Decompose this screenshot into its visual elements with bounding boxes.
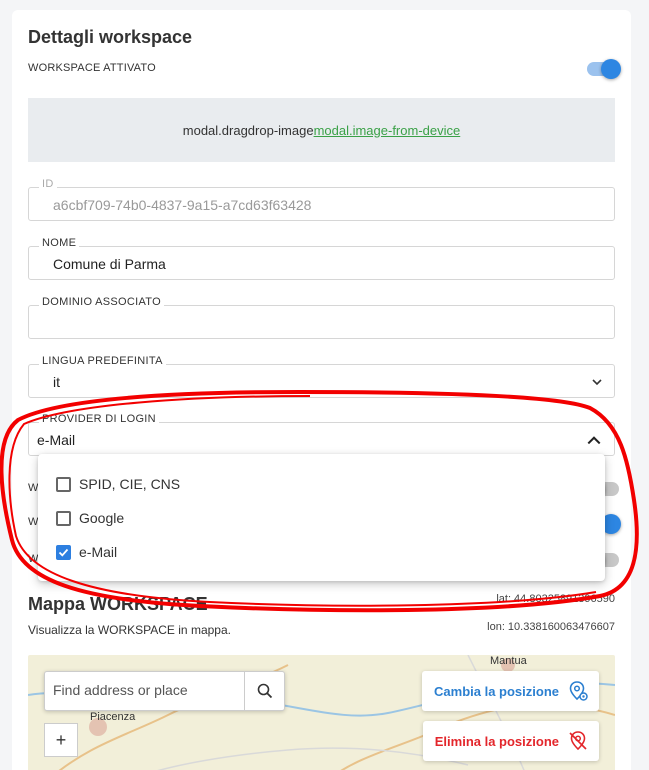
hidden-row-label: W	[28, 482, 39, 494]
provider-option-google[interactable]: Google	[38, 501, 605, 535]
checkbox[interactable]	[56, 510, 71, 526]
map-title: Mappa WORKSPACE	[28, 594, 208, 614]
dominio-label: DOMINIO ASSOCIATO	[39, 296, 164, 308]
lingua-label: LINGUA PREDEFINITA	[39, 355, 166, 367]
map-search-button[interactable]	[244, 672, 284, 710]
id-label: ID	[39, 178, 57, 190]
option-label: SPID, CIE, CNS	[79, 476, 181, 492]
map-search-input[interactable]: Find address or place	[53, 682, 188, 698]
image-from-device-link[interactable]: modal.image-from-device	[314, 123, 461, 138]
chevron-down-icon	[592, 379, 602, 386]
provider-dropdown-menu: SPID, CIE, CNS Google e-Mail	[38, 454, 605, 581]
provider-select[interactable]: PROVIDER DI LOGIN e-Mail	[28, 413, 615, 456]
dropzone-text: modal.dragdrop-image	[182, 122, 314, 138]
option-label: e-Mail	[79, 544, 118, 560]
provider-value: e-Mail	[37, 432, 76, 448]
toggle-knob	[601, 59, 621, 79]
latitude: lat: 44.80325891396590	[496, 593, 615, 605]
zoom-in-button[interactable]: +	[44, 723, 78, 757]
dominio-field[interactable]: DOMINIO ASSOCIATO	[28, 296, 615, 339]
id-value: a6cbf709-74b0-4837-9a15-a7cd63f63428	[53, 197, 312, 213]
provider-option-email[interactable]: e-Mail	[38, 535, 605, 569]
nome-input[interactable]: Comune di Parma	[53, 256, 166, 272]
longitude: lon: 10.338160063476607	[487, 621, 615, 633]
nome-field[interactable]: NOME Comune di Parma	[28, 237, 615, 280]
option-label: Google	[79, 510, 125, 526]
workspace-active-toggle[interactable]	[587, 59, 621, 79]
card-title: Dettagli workspace	[28, 27, 193, 47]
checkbox-checked[interactable]	[56, 544, 71, 560]
chevron-up-icon	[587, 436, 601, 445]
image-dropzone[interactable]: modal.dragdrop-image modal.image-from-dev…	[28, 98, 615, 162]
check-icon	[58, 548, 69, 557]
map-search-box[interactable]: Find address or place	[44, 671, 285, 711]
provider-option-spid[interactable]: SPID, CIE, CNS	[38, 467, 605, 501]
delete-position-button[interactable]: Elimina la posizione	[422, 721, 599, 761]
map-label-mantua: Mantua	[490, 655, 527, 667]
checkbox[interactable]	[56, 476, 71, 492]
map-subtitle: Visualizza la WORKSPACE in mappa.	[28, 623, 231, 637]
nome-label: NOME	[39, 237, 80, 249]
search-icon	[257, 683, 272, 699]
change-position-button[interactable]: Cambia la posizione	[422, 671, 599, 711]
provider-label: PROVIDER DI LOGIN	[39, 413, 159, 425]
workspace-active-label: WORKSPACE ATTIVATO	[28, 62, 156, 74]
location-settings-icon	[569, 681, 588, 701]
id-field: ID a6cbf709-74b0-4837-9a15-a7cd63f63428	[28, 178, 615, 221]
workspace-details-card: Dettagli workspace WORKSPACE ATTIVATO mo…	[12, 10, 631, 770]
map-view[interactable]: Piacenza Mantua Find address or place + …	[28, 655, 615, 770]
lingua-select[interactable]: LINGUA PREDEFINITA it	[28, 355, 615, 398]
delete-position-label: Elimina la posizione	[434, 733, 559, 749]
change-position-label: Cambia la posizione	[434, 683, 559, 699]
lingua-value: it	[53, 374, 60, 390]
hidden-row-label: W	[28, 516, 39, 528]
hidden-row-label: W	[28, 553, 39, 565]
map-label-piacenza: Piacenza	[90, 711, 136, 723]
location-off-icon	[569, 731, 587, 751]
